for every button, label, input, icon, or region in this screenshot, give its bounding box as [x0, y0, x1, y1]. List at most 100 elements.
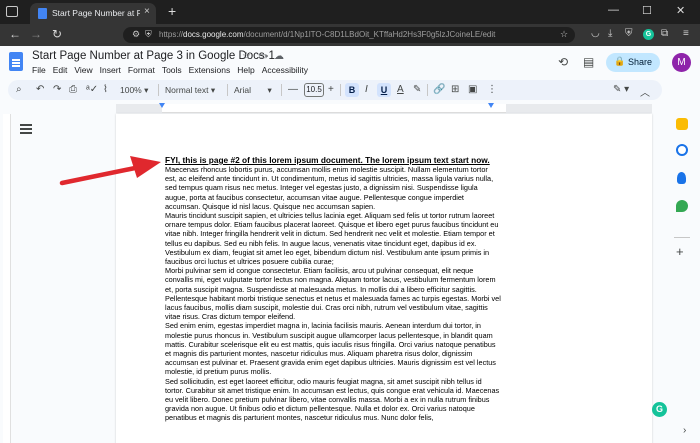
tab-close-icon[interactable]: ×: [144, 6, 150, 17]
paint-format-icon[interactable]: ⌇: [103, 84, 108, 95]
toolbar-divider: [281, 84, 282, 96]
close-window-button[interactable]: ✕: [676, 4, 685, 17]
tasks-icon[interactable]: [676, 144, 688, 156]
back-icon[interactable]: ←: [9, 27, 21, 41]
browser-tab-bar: Start Page Number at Page 3 in Google Do…: [0, 0, 700, 24]
formatting-toolbar: ⌕ ↶ ↷ ⎙ ᵃ✓ ⌇ 100% ▾ Normal text ▾ Arial …: [8, 80, 662, 100]
menu-help[interactable]: Help: [237, 65, 254, 75]
grammarly-float-icon[interactable]: G: [652, 402, 667, 417]
keep-icon[interactable]: [676, 118, 688, 130]
vertical-ruler[interactable]: [3, 114, 11, 443]
redo-icon[interactable]: ↷: [53, 84, 61, 95]
style-select[interactable]: Normal text ▾: [165, 85, 215, 96]
link-icon[interactable]: 🔗: [433, 84, 445, 95]
font-size-input[interactable]: 10.5: [304, 83, 324, 97]
document-heading: FYI, this is page #2 of this lorem ipsum…: [165, 155, 490, 165]
toolbar-divider: [427, 84, 428, 96]
menu-bar: File Edit View Insert Format Tools Extensions H…: [32, 65, 315, 75]
lock-icon: 🔒: [614, 56, 626, 66]
docs-favicon-icon: [38, 8, 47, 19]
docs-logo-icon[interactable]: [9, 52, 23, 71]
get-addons-button[interactable]: +: [676, 244, 684, 259]
paragraph: Morbi pulvinar sem id congue consectetur…: [165, 266, 501, 322]
url-text[interactable]: https://docs.google.com/document/d/1Np1l…: [159, 30, 495, 39]
menu-file[interactable]: File: [32, 65, 46, 75]
document-body[interactable]: FYI, this is page #2 of this lorem ipsum…: [165, 155, 501, 423]
menu-extensions[interactable]: Extensions: [189, 65, 231, 75]
cloud-status-icon[interactable]: ☁: [274, 51, 284, 62]
paragraph: Mauris tincidunt suscipit sapien, et ult…: [165, 211, 499, 267]
collapse-toolbar-icon[interactable]: ︿: [640, 84, 650, 99]
toolbar-divider: [340, 84, 341, 96]
shield-ext-icon[interactable]: ⛨: [625, 28, 633, 39]
bold-button[interactable]: B: [345, 83, 359, 97]
menu-accessibility[interactable]: Accessibility: [262, 65, 308, 75]
right-indent-marker[interactable]: [488, 103, 494, 108]
side-panel-divider: [674, 237, 690, 238]
new-tab-button[interactable]: +: [168, 3, 176, 19]
minimize-button[interactable]: —: [608, 4, 619, 16]
move-folder-icon[interactable]: ▭: [258, 51, 267, 62]
paragraph: Maecenas rhoncus lobortis purus, accumsa…: [165, 165, 494, 211]
highlight-icon[interactable]: ✎: [413, 84, 421, 95]
star-icon[interactable]: ☆: [560, 29, 568, 40]
menu-edit[interactable]: Edit: [53, 65, 68, 75]
paragraph: Sed enim enim, egestas imperdiet magna i…: [165, 321, 496, 377]
more-options-icon[interactable]: ⋮: [487, 84, 497, 95]
document-canvas: FYI, this is page #2 of this lorem ipsum…: [0, 114, 656, 443]
star-icon[interactable]: ☆: [242, 51, 251, 62]
avatar[interactable]: M: [672, 53, 691, 72]
toolbar-divider: [158, 84, 159, 96]
menu-tools[interactable]: Tools: [162, 65, 182, 75]
text-color-button[interactable]: A: [397, 84, 404, 95]
contacts-icon[interactable]: [677, 172, 686, 184]
italic-button[interactable]: I: [365, 84, 368, 95]
forward-icon[interactable]: →: [30, 27, 42, 41]
font-select[interactable]: Arial ▾: [234, 85, 272, 96]
left-indent-marker[interactable]: [159, 103, 165, 108]
toolbar-divider: [227, 84, 228, 96]
browser-address-bar: ← → ↻ ⚙ ⛨ https://docs.google.com/docume…: [0, 24, 700, 46]
document-title[interactable]: Start Page Number at Page 3 in Google Do…: [32, 50, 275, 62]
ruler-left-margin: [116, 104, 162, 113]
paragraph: Sed sollicitudin, est eget laoreet effic…: [165, 376, 500, 423]
maximize-button[interactable]: ☐: [642, 4, 652, 17]
extensions-icon[interactable]: ⧉: [661, 28, 668, 39]
download-icon[interactable]: ⤓: [608, 28, 612, 39]
menu-icon[interactable]: ≡: [683, 28, 689, 39]
share-label: Share: [628, 57, 653, 67]
share-button[interactable]: 🔒 Share: [606, 53, 660, 72]
increase-font-size-button[interactable]: +: [328, 84, 334, 95]
menu-insert[interactable]: Insert: [100, 65, 121, 75]
editing-mode-icon[interactable]: ✎ ▾: [613, 84, 629, 95]
decrease-font-size-button[interactable]: —: [288, 84, 298, 95]
zoom-select[interactable]: 100% ▾: [120, 85, 148, 96]
maps-icon[interactable]: [676, 200, 688, 212]
settings-icon[interactable]: ⚙: [132, 29, 140, 40]
url-bar[interactable]: ⚙ ⛨ https://docs.google.com/document/d/1…: [123, 27, 575, 43]
print-icon[interactable]: ⎙: [69, 84, 77, 95]
document-page[interactable]: FYI, this is page #2 of this lorem ipsum…: [116, 114, 652, 443]
history-icon[interactable]: ⟲: [558, 55, 568, 69]
docs-header: Start Page Number at Page 3 in Google Do…: [0, 46, 700, 78]
menu-format[interactable]: Format: [128, 65, 155, 75]
horizontal-ruler[interactable]: [116, 103, 652, 113]
menu-view[interactable]: View: [74, 65, 92, 75]
window-menu-icon[interactable]: [6, 6, 18, 17]
hide-side-panel-icon[interactable]: ›: [683, 425, 686, 436]
search-menus-icon[interactable]: ⌕: [16, 84, 22, 95]
pocket-icon[interactable]: ◡: [591, 28, 600, 39]
ruler-right-margin: [506, 104, 652, 113]
comments-icon[interactable]: ▤: [583, 55, 594, 69]
spellcheck-icon[interactable]: ᵃ✓: [86, 84, 98, 95]
underline-button[interactable]: U: [377, 83, 391, 97]
undo-icon[interactable]: ↶: [36, 84, 44, 95]
browser-tab-active[interactable]: Start Page Number at Page 3 in Google Do…: [30, 3, 156, 24]
add-comment-icon[interactable]: ⊞: [451, 84, 459, 95]
document-outline-icon[interactable]: [20, 124, 32, 134]
reload-icon[interactable]: ↻: [52, 27, 62, 41]
side-panel: +: [664, 104, 700, 443]
grammarly-icon[interactable]: G: [643, 29, 654, 40]
insert-image-icon[interactable]: ▣: [468, 84, 477, 95]
shield-icon[interactable]: ⛨: [145, 29, 152, 40]
